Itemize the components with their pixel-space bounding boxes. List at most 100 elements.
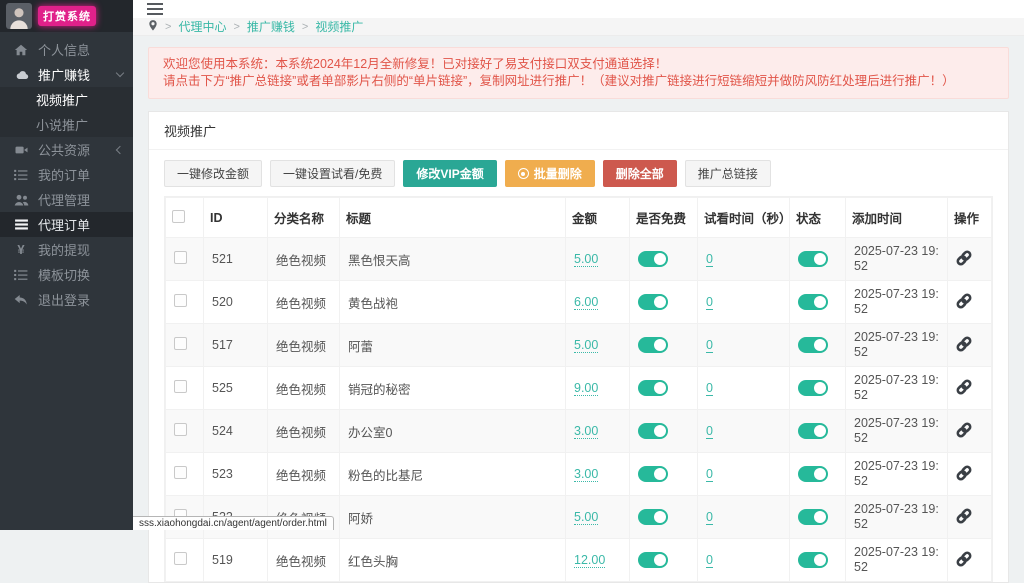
cell-added-time: 2025-07-23 19:52 (846, 367, 948, 410)
sidebar-item-logout[interactable]: 退出登录 (0, 287, 133, 312)
table-row: 520 绝色视频 黄色战袍 6.00 0 2025-07-23 19:52 (166, 281, 992, 324)
sidebar-item-template-switch[interactable]: 模板切换 (0, 262, 133, 287)
free-toggle[interactable] (638, 423, 668, 439)
cell-title: 粉色的比基尼 (340, 453, 566, 496)
delete-all-button[interactable]: 删除全部 (603, 160, 677, 187)
sidebar-item-personal-info[interactable]: 个人信息 (0, 37, 133, 62)
status-toggle[interactable] (798, 380, 828, 396)
link-icon[interactable] (956, 551, 972, 567)
header-operation: 操作 (948, 198, 992, 238)
hamburger-icon[interactable] (147, 0, 163, 18)
free-toggle[interactable] (638, 552, 668, 568)
status-toggle[interactable] (798, 466, 828, 482)
sidebar-item-my-orders[interactable]: 我的订单 (0, 162, 133, 187)
breadcrumb-video-promo[interactable]: 视频推广 (315, 18, 363, 35)
cell-added-time: 2025-07-23 19:52 (846, 539, 948, 582)
table-row: 524 绝色视频 办公室0 3.00 0 2025-07-23 19:52 (166, 410, 992, 453)
batch-set-trial-free-button[interactable]: 一键设置试看/免费 (270, 160, 395, 187)
free-toggle[interactable] (638, 251, 668, 267)
free-toggle[interactable] (638, 380, 668, 396)
sidebar-item-agent-management[interactable]: 代理管理 (0, 187, 133, 212)
batch-delete-button[interactable]: 批量删除 (505, 160, 595, 187)
price-link[interactable]: 5.00 (574, 338, 598, 353)
sidebar-item-video-promo[interactable]: 视频推广 (0, 87, 133, 112)
row-checkbox[interactable] (174, 294, 187, 307)
link-icon[interactable] (956, 422, 972, 438)
cell-id: 519 (204, 539, 268, 582)
sidebar-item-label: 代理订单 (38, 215, 90, 234)
status-toggle[interactable] (798, 294, 828, 310)
trial-time-link[interactable]: 0 (706, 252, 713, 267)
cell-id: 520 (204, 281, 268, 324)
promo-main-link-button[interactable]: 推广总链接 (685, 160, 771, 187)
select-all-checkbox[interactable] (172, 210, 185, 223)
content: 欢迎您使用本系统：本系统2024年12月全新修复！已对接好了易支付接口双支付通道… (133, 36, 1024, 583)
trial-time-link[interactable]: 0 (706, 553, 713, 568)
free-toggle[interactable] (638, 294, 668, 310)
price-link[interactable]: 9.00 (574, 381, 598, 396)
cell-category: 绝色视频 (268, 539, 340, 582)
status-toggle[interactable] (798, 552, 828, 568)
header-added-time: 添加时间 (846, 198, 948, 238)
sidebar-item-public-resources[interactable]: 公共资源 (0, 137, 133, 162)
cell-title: 阿蕾 (340, 324, 566, 367)
status-toggle[interactable] (798, 251, 828, 267)
cloud-icon (13, 69, 29, 81)
free-toggle[interactable] (638, 466, 668, 482)
sidebar-item-my-withdrawal[interactable]: ¥ 我的提现 (0, 237, 133, 262)
header-category: 分类名称 (268, 198, 340, 238)
bars-icon (13, 219, 29, 230)
trial-time-link[interactable]: 0 (706, 467, 713, 482)
logo[interactable]: 打赏系统 (0, 0, 133, 32)
trial-time-link[interactable]: 0 (706, 424, 713, 439)
row-checkbox[interactable] (174, 423, 187, 436)
users-icon (13, 194, 29, 206)
free-toggle[interactable] (638, 337, 668, 353)
price-link[interactable]: 5.00 (574, 252, 598, 267)
breadcrumb-separator: > (302, 21, 308, 33)
breadcrumb-promotion[interactable]: 推广赚钱 (247, 18, 295, 35)
trial-time-link[interactable]: 0 (706, 510, 713, 525)
cell-title: 红色头胸 (340, 539, 566, 582)
sidebar-item-agent-orders[interactable]: 代理订单 (0, 212, 133, 237)
free-toggle[interactable] (638, 509, 668, 525)
batch-edit-price-button[interactable]: 一键修改金额 (164, 160, 262, 187)
trial-time-link[interactable]: 0 (706, 295, 713, 310)
trial-time-link[interactable]: 0 (706, 381, 713, 396)
price-link[interactable]: 3.00 (574, 467, 598, 482)
cell-title: 阿娇 (340, 496, 566, 539)
row-checkbox[interactable] (174, 337, 187, 350)
link-icon[interactable] (956, 508, 972, 524)
trial-time-link[interactable]: 0 (706, 338, 713, 353)
price-link[interactable]: 3.00 (574, 424, 598, 439)
row-checkbox[interactable] (174, 552, 187, 565)
panel-title: 视频推广 (149, 112, 1008, 150)
status-toggle[interactable] (798, 337, 828, 353)
status-toggle[interactable] (798, 509, 828, 525)
price-link[interactable]: 5.00 (574, 510, 598, 525)
cell-category: 绝色视频 (268, 367, 340, 410)
link-icon[interactable] (956, 465, 972, 481)
link-icon[interactable] (956, 336, 972, 352)
edit-vip-price-button[interactable]: 修改VIP金额 (403, 160, 496, 187)
row-checkbox[interactable] (174, 251, 187, 264)
location-pin-icon (148, 19, 158, 35)
list-icon (13, 169, 29, 181)
row-checkbox[interactable] (174, 380, 187, 393)
price-link[interactable]: 12.00 (574, 553, 605, 568)
sidebar-menu: 个人信息 推广赚钱 视频推广 小说推广 公共资源 (0, 32, 133, 312)
sidebar-item-promotion[interactable]: 推广赚钱 (0, 62, 133, 87)
sidebar-item-novel-promo[interactable]: 小说推广 (0, 112, 133, 137)
status-toggle[interactable] (798, 423, 828, 439)
link-icon[interactable] (956, 379, 972, 395)
header-price: 金额 (566, 198, 630, 238)
breadcrumb-agent-center[interactable]: 代理中心 (178, 18, 226, 35)
header-free: 是否免费 (630, 198, 698, 238)
price-link[interactable]: 6.00 (574, 295, 598, 310)
row-checkbox[interactable] (174, 466, 187, 479)
cell-id: 525 (204, 367, 268, 410)
topbar (133, 0, 1024, 18)
link-icon[interactable] (956, 293, 972, 309)
link-icon[interactable] (956, 250, 972, 266)
table-row: 525 绝色视频 销冠的秘密 9.00 0 2025-07-23 19:52 (166, 367, 992, 410)
